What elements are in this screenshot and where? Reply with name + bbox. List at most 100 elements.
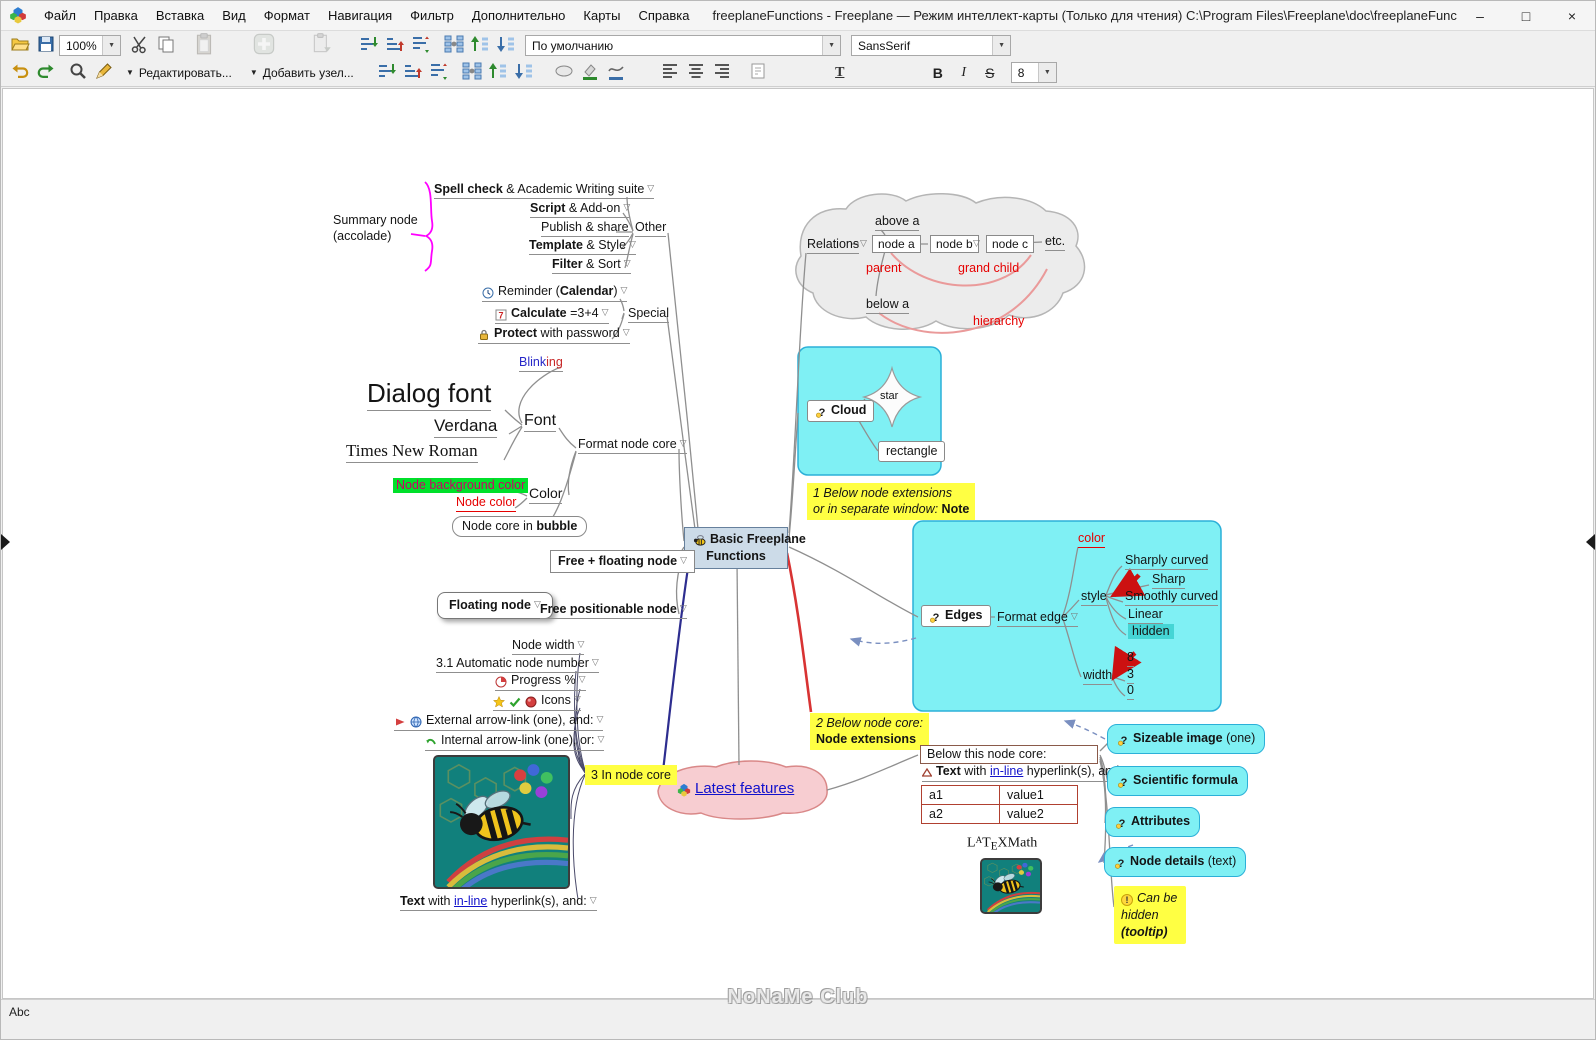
fold-indicator-icon[interactable]: ▽	[592, 657, 599, 667]
node-attributes[interactable]: ?Attributes	[1105, 807, 1200, 837]
node-special[interactable]: Special	[628, 306, 669, 323]
node-scientific-formula[interactable]: ?Scientific formula	[1107, 766, 1248, 796]
fold-indicator-icon[interactable]: ▽	[598, 734, 605, 744]
hyperlink[interactable]: in-line	[990, 764, 1023, 778]
node-format-edge[interactable]: Format edge▽	[997, 610, 1078, 627]
node-times-new-roman[interactable]: Times New Roman	[346, 441, 478, 463]
fold-indicator-icon[interactable]: ▽	[1071, 611, 1078, 621]
node-below-a[interactable]: below a	[866, 297, 909, 314]
node-root[interactable]: Basic FreeplaneFunctions	[684, 527, 788, 569]
node-smoothly-curved[interactable]: Smoothly curved	[1125, 589, 1218, 606]
fold-indicator-icon[interactable]: ▽	[590, 895, 597, 905]
left-panel-toggle[interactable]	[1, 534, 10, 550]
note-below-node-extensions[interactable]: 1 Below node extensionsor in separate wi…	[807, 483, 975, 520]
node-icons[interactable]: Icons▽	[493, 693, 581, 711]
node-format-node-core[interactable]: Format node core▽	[578, 437, 687, 454]
fold-indicator-icon[interactable]: ▽	[680, 603, 687, 613]
fold-indicator-icon[interactable]: ▽	[624, 258, 631, 268]
fold-indicator-icon[interactable]: ▽	[680, 438, 687, 448]
attribute-cell[interactable]: value2	[1000, 805, 1078, 824]
node-b[interactable]: node b	[930, 235, 979, 253]
label-star[interactable]: star	[880, 390, 898, 403]
fold-indicator-icon[interactable]: ▽	[623, 202, 630, 212]
hyperlink[interactable]: in-line	[454, 894, 487, 908]
label-parent[interactable]: parent	[866, 261, 901, 276]
node-width-3[interactable]: 3	[1127, 667, 1134, 684]
node-edge-width[interactable]: width	[1083, 668, 1112, 685]
attribute-cell[interactable]: a1	[922, 786, 1000, 805]
node-free-positionable[interactable]: Free positionable node▽	[540, 602, 687, 619]
attribute-cell[interactable]: a2	[922, 805, 1000, 824]
node-spell-check[interactable]: Spell check & Academic Writing suite▽	[434, 182, 654, 199]
fold-indicator-icon[interactable]: ▽	[647, 183, 654, 193]
node-rectangle[interactable]: rectangle	[878, 441, 945, 462]
node-dialog-font[interactable]: Dialog font	[367, 378, 491, 411]
node-color-label[interactable]: Color	[529, 485, 562, 504]
node-sharp[interactable]: Sharp	[1152, 572, 1185, 589]
node-width[interactable]: Node width▽	[512, 638, 584, 655]
node-image-bee-small[interactable]	[980, 858, 1042, 914]
node-template-style[interactable]: Template & Style▽	[529, 238, 636, 255]
node-latest-features[interactable]: Latest features	[677, 780, 794, 799]
node-above-a[interactable]: above a	[875, 214, 919, 231]
attributes-table[interactable]: a1value1a2value2	[921, 785, 1078, 824]
fold-indicator-icon[interactable]: ▽	[602, 307, 609, 317]
node-latex-math[interactable]: LATEXMath	[967, 835, 1037, 854]
node-style[interactable]: style	[1081, 589, 1107, 606]
fold-indicator-icon[interactable]: ▽	[578, 639, 585, 649]
fold-indicator-icon[interactable]: ▽	[680, 555, 687, 565]
node-c[interactable]: node c	[986, 235, 1034, 253]
fold-marker-a[interactable]: ▽	[860, 238, 871, 251]
fold-indicator-icon[interactable]: ▽	[629, 239, 636, 249]
node-etc[interactable]: etc.	[1045, 234, 1065, 251]
node-text-hyperlink[interactable]: Text with in-line hyperlink(s), and:▽	[400, 894, 597, 911]
node-image-bee[interactable]	[433, 755, 570, 889]
node-a[interactable]: node a	[872, 235, 921, 253]
node-cloud[interactable]: ?Cloud	[807, 400, 874, 422]
fold-indicator-icon[interactable]: ▽	[623, 327, 630, 337]
fold-indicator-icon[interactable]: ▽	[579, 674, 586, 684]
node-other[interactable]: Other	[635, 220, 666, 237]
node-sizeable-image[interactable]: ?Sizeable image (one)	[1107, 724, 1265, 754]
node-floating[interactable]: Floating node▽	[437, 592, 553, 619]
node-calculate[interactable]: 7Calculate =3+4▽	[495, 306, 609, 324]
node-verdana[interactable]: Verdana	[434, 416, 497, 438]
node-blinking[interactable]: Blinking	[519, 355, 563, 372]
node-edge-color[interactable]: color	[1078, 531, 1105, 548]
node-relations[interactable]: Relations	[807, 237, 859, 254]
node-edges[interactable]: ?Edges	[921, 605, 991, 627]
node-width-0[interactable]: 0	[1127, 683, 1134, 700]
label-grand-child[interactable]: grand child	[958, 261, 1019, 276]
fold-indicator-icon[interactable]: ▽	[596, 714, 603, 724]
node-progress[interactable]: Progress %▽	[495, 673, 586, 691]
node-hidden[interactable]: hidden	[1128, 624, 1174, 639]
hyperlink[interactable]: Latest features	[695, 780, 794, 797]
node-auto-number[interactable]: 3.1 Automatic node number▽	[436, 656, 599, 673]
node-width-8[interactable]: 8	[1127, 650, 1134, 667]
node-text-hyperlink-2[interactable]: Text with in-line hyperlink(s), and:	[922, 764, 1123, 782]
node-in-node-core[interactable]: 3 In node core	[585, 765, 677, 785]
node-background-color[interactable]: Node background color	[393, 478, 528, 493]
node-font[interactable]: Font	[524, 411, 556, 432]
fold-indicator-icon[interactable]: ▽	[621, 285, 628, 295]
label-hierarchy[interactable]: hierarchy	[973, 314, 1024, 329]
node-protect[interactable]: Protect with password▽	[478, 326, 630, 344]
attribute-cell[interactable]: value1	[1000, 786, 1078, 805]
node-script-addon[interactable]: Script & Add-on▽	[530, 201, 630, 218]
node-linear[interactable]: Linear	[1128, 607, 1163, 624]
node-external-arrow-link[interactable]: External arrow-link (one), and:▽	[394, 713, 603, 731]
node-below-this-core[interactable]: Below this node core:	[920, 745, 1098, 764]
node-color[interactable]: Node color	[456, 495, 516, 512]
node-internal-arrow-link[interactable]: Internal arrow-link (one), or:▽	[425, 733, 604, 751]
note-below-node-core[interactable]: 2 Below node core:Node extensions	[810, 713, 929, 750]
node-sharply-curved[interactable]: Sharply curved	[1125, 553, 1208, 570]
node-reminder[interactable]: Reminder (Calendar)▽	[482, 284, 627, 302]
node-can-be-hidden[interactable]: !Can behidden(tooltip)	[1114, 886, 1186, 944]
node-summary-accolade[interactable]: Summary node(accolade)	[333, 212, 433, 245]
node-details[interactable]: ?Node details (text)	[1104, 847, 1246, 877]
node-free-floating[interactable]: Free + floating node▽	[550, 550, 695, 573]
node-publish-share[interactable]: Publish & share	[541, 220, 629, 237]
node-filter-sort[interactable]: Filter & Sort▽	[552, 257, 631, 274]
fold-marker-c[interactable]: ▽	[973, 238, 984, 251]
node-core-in-bubble[interactable]: Node core in bubble	[452, 516, 587, 537]
